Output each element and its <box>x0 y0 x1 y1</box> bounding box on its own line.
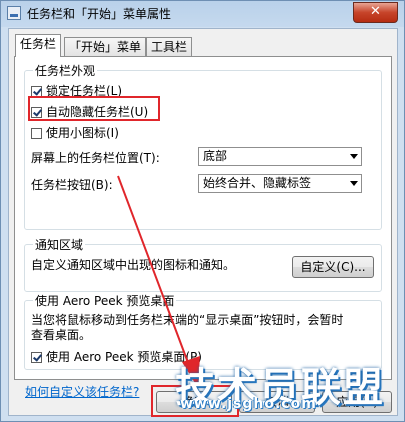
watermark-url: www.jsgho.com <box>180 396 317 412</box>
arrow-shaft <box>117 175 191 369</box>
